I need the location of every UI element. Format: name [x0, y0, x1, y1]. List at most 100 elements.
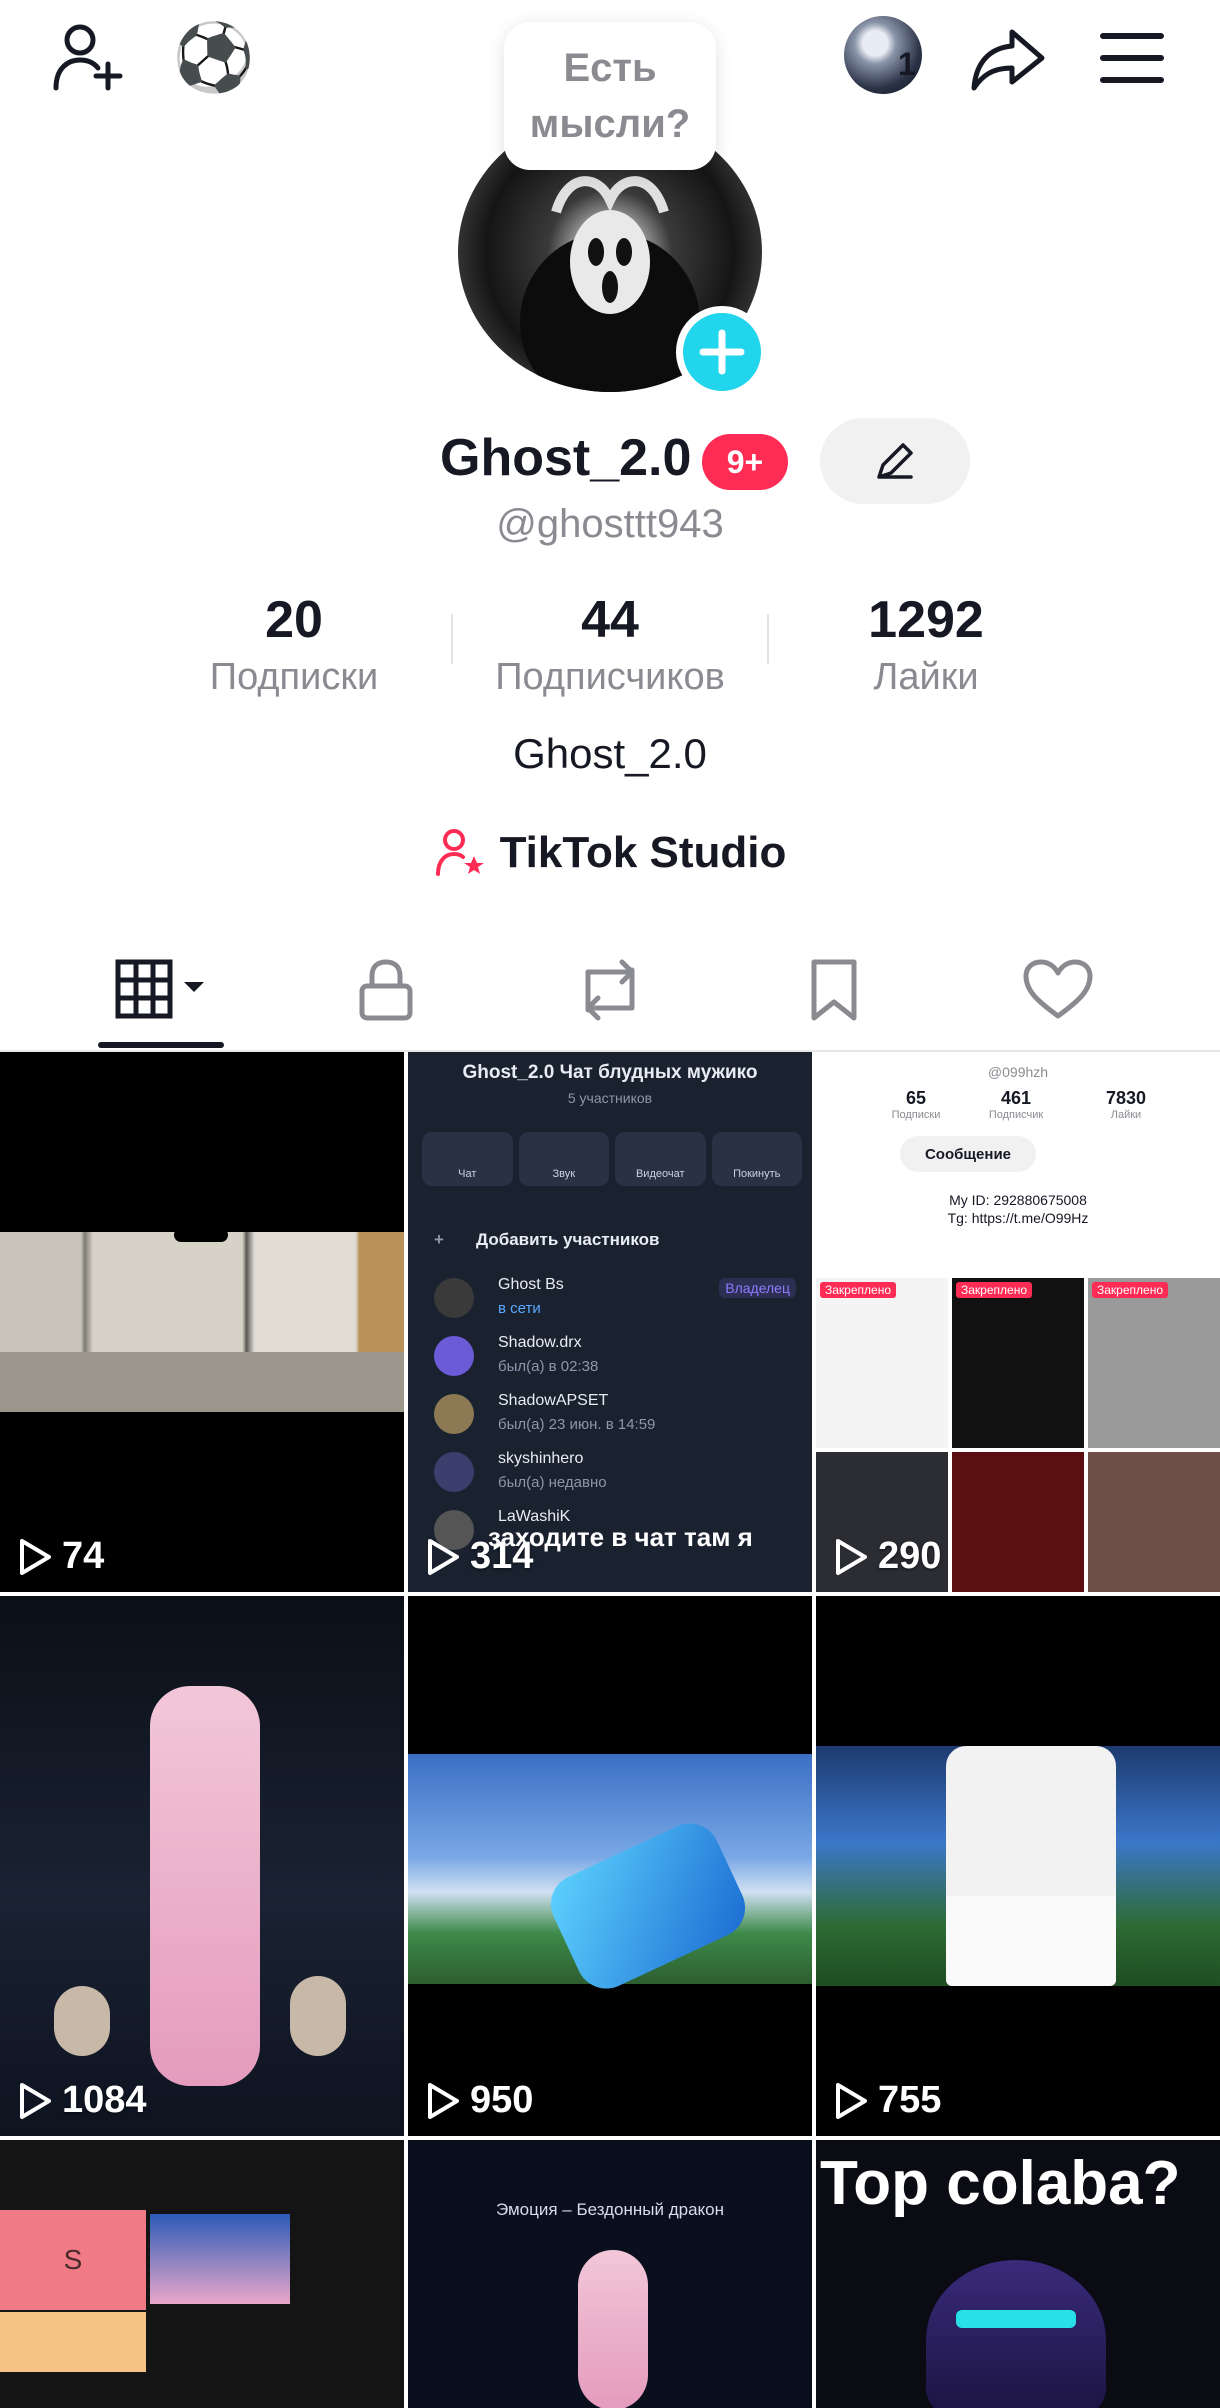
video-caption: Эмоция – Бездонный дракон: [495, 2200, 725, 2219]
video-thumbnail[interactable]: 950: [408, 1596, 812, 2136]
add-user-icon: +: [434, 1230, 444, 1249]
member-status: был(а) в 02:38: [498, 1358, 599, 1375]
view-count-value: 314: [470, 1535, 534, 1577]
tab-private[interactable]: [316, 940, 456, 1040]
chat-action: Чат: [422, 1132, 513, 1186]
chat-member: ShadowAPSET был(а) 23 июн. в 14:59: [434, 1390, 804, 1442]
play-icon: [20, 1538, 51, 1575]
add-user-icon: [53, 24, 123, 91]
creator-star-icon: [435, 829, 484, 876]
chat-add-members: + Добавить участников: [434, 1230, 659, 1250]
member-name: Ghost Bs: [498, 1276, 564, 1293]
menu-button[interactable]: [1084, 10, 1180, 106]
video-caption: Top colaba?: [820, 2149, 1181, 2218]
video-thumbnail[interactable]: S: [0, 2140, 404, 2408]
status-emoji: ⚽: [172, 20, 256, 94]
shot-stat-label: Подписчик: [988, 1109, 1044, 1121]
video-thumbnail[interactable]: 755: [816, 1596, 1220, 2136]
shot-stat-value: 461: [1000, 1088, 1032, 1108]
tab-videos[interactable]: [92, 940, 232, 1040]
kitten: [54, 1986, 110, 2056]
repost-icon: [585, 959, 635, 1021]
phone-notch: [174, 1228, 228, 1242]
view-count: 950: [426, 2079, 533, 2122]
pinned-video: Закреплено: [952, 1278, 1084, 1448]
shot-tg: Tg: https://t.me/O99Hz: [947, 1210, 1089, 1226]
add-friend-button[interactable]: [40, 10, 136, 106]
view-count: 755: [834, 2079, 941, 2122]
shot-message-label: Сообщение: [924, 1145, 1012, 1163]
avatar: [434, 1394, 474, 1434]
view-count-value: 1084: [62, 2079, 147, 2121]
video-thumbnail[interactable]: Top colaba?: [816, 2140, 1220, 2408]
view-count-value: 74: [62, 1535, 105, 1577]
avatar: [434, 1336, 474, 1376]
grid-video: [1088, 1452, 1220, 1592]
share-button[interactable]: [960, 10, 1056, 106]
tab-favorites[interactable]: [764, 940, 904, 1040]
tier-row: [0, 2312, 146, 2372]
profile-handle[interactable]: @ghosttt943: [0, 502, 1220, 547]
edit-profile-button[interactable]: [820, 418, 970, 504]
shot-stat: 65 Подписки: [886, 1088, 946, 1121]
profile-username: Ghost_2.0: [440, 429, 692, 487]
chat-action: Покинуть: [711, 1132, 802, 1186]
tier-row: S: [0, 2210, 146, 2310]
view-count-value: 950: [470, 2079, 534, 2121]
shot-stat: 461 Подписчик: [976, 1088, 1056, 1121]
pencil-icon: [877, 443, 913, 479]
add-story-button[interactable]: [676, 306, 768, 398]
grid-icon: [115, 959, 204, 1019]
stat-label: Лайки: [873, 656, 979, 698]
thought-bubble[interactable]: Есть мысли?: [504, 22, 716, 170]
pink-character: [150, 1686, 260, 2086]
video-thumbnail[interactable]: Эмоция – Бездонный дракон: [408, 2140, 812, 2408]
room-floor: [0, 1352, 404, 1412]
active-tab-indicator: [98, 1042, 224, 1048]
stat-value: 44: [581, 591, 639, 649]
shot-stat-value: 7830: [1105, 1088, 1147, 1108]
stat-likes[interactable]: 1292 Лайки: [776, 588, 1076, 702]
view-count: 1084: [18, 2079, 147, 2122]
visor-glow: [956, 2310, 1076, 2328]
notification-badge[interactable]: 9+: [702, 434, 788, 490]
tiktok-studio-link[interactable]: TikTok Studio: [0, 826, 1220, 880]
tier-label: S: [63, 2244, 83, 2275]
chat-actions: Чат Звук Видеочат Покинуть: [422, 1132, 802, 1186]
member-status: в сети: [498, 1300, 541, 1317]
bookmark-icon: [811, 959, 857, 1021]
video-thumbnail[interactable]: Ghost_2.0 Чат блудных мужико 5 участнико…: [408, 1052, 812, 1592]
player-figure: [946, 1746, 1116, 1986]
member-status: был(а) 23 июн. в 14:59: [498, 1416, 656, 1433]
stat-followers[interactable]: 44 Подписчиков: [460, 588, 760, 702]
video-thumbnail[interactable]: 74: [0, 1052, 404, 1592]
stat-value: 1292: [868, 591, 984, 649]
member-name: skyshinhero: [498, 1450, 584, 1467]
profile-tabs: [0, 940, 1220, 1050]
grid-video: [952, 1452, 1084, 1592]
play-icon: [428, 1538, 459, 1575]
pinned-tag: Закреплено: [956, 1282, 1032, 1298]
shot-stat: 7830 Лайки: [1086, 1088, 1166, 1121]
shot-handle: @099hzh: [987, 1064, 1049, 1080]
tier-image: [150, 2214, 290, 2304]
shot-stat-label: Лайки: [1110, 1109, 1142, 1121]
tab-reposts[interactable]: [540, 940, 680, 1040]
chat-action: Видеочат: [615, 1132, 706, 1186]
play-icon: [836, 1538, 867, 1575]
status-button[interactable]: ⚽: [166, 10, 262, 106]
tab-liked[interactable]: [988, 940, 1128, 1040]
member-status: был(а) недавно: [498, 1474, 607, 1491]
account-count: 1: [898, 46, 916, 82]
play-icon: [836, 2082, 867, 2119]
studio-label: TikTok Studio: [499, 828, 787, 877]
avatar: [434, 1452, 474, 1492]
video-thumbnail[interactable]: 1084: [0, 1596, 404, 2136]
video-thumbnail[interactable]: @099hzh 65 Подписки 461 Подписчик 7830 Л…: [816, 1052, 1220, 1592]
stat-following[interactable]: 20 Подписки: [144, 588, 444, 702]
play-icon: [20, 2082, 51, 2119]
play-icon: [428, 2082, 459, 2119]
heart-icon: [1023, 959, 1093, 1019]
stat-label: Подписчиков: [495, 656, 725, 698]
pinned-tag: Закреплено: [1092, 1282, 1168, 1298]
